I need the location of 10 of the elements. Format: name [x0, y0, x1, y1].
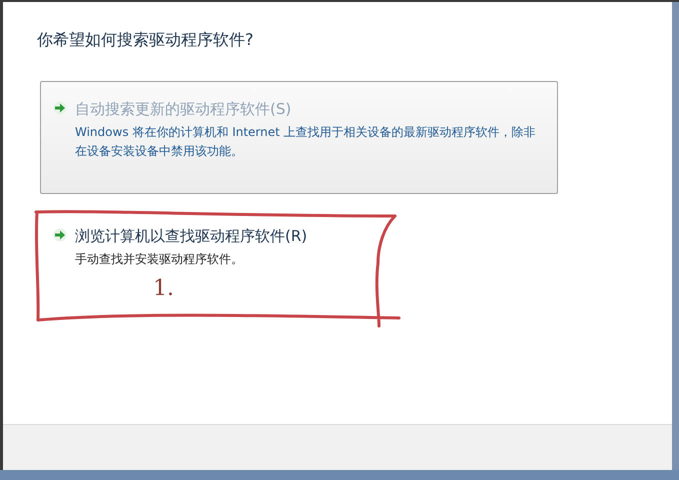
option-button[interactable]: 浏览计算机以查找驱动程序软件(R) 手动查找并安装驱动程序软件。 [40, 208, 558, 278]
dialog-heading: 你希望如何搜索驱动程序软件? [37, 29, 254, 51]
option-description: 手动查找并安装驱动程序软件。 [75, 250, 244, 268]
arrow-icon [53, 228, 67, 242]
option-description: Windows 将在你的计算机和 Internet 上查找用于相关设备的最新驱动程序软件，除非在设备安装设备中禁用该功能。 [75, 124, 537, 160]
option-title: 浏览计算机以查找驱动程序软件(R) [75, 226, 308, 247]
option-title: 自动搜索更新的驱动程序软件(S) [75, 99, 292, 120]
arrow-icon [53, 101, 67, 115]
annotation-label: 1. [153, 275, 174, 303]
option-button[interactable]: 自动搜索更新的驱动程序软件(S) Windows 将在你的计算机和 Internet 上查找用于相关设备的最新驱动程序软件，除非在设备安装设备中禁用该功能。 [40, 81, 558, 194]
